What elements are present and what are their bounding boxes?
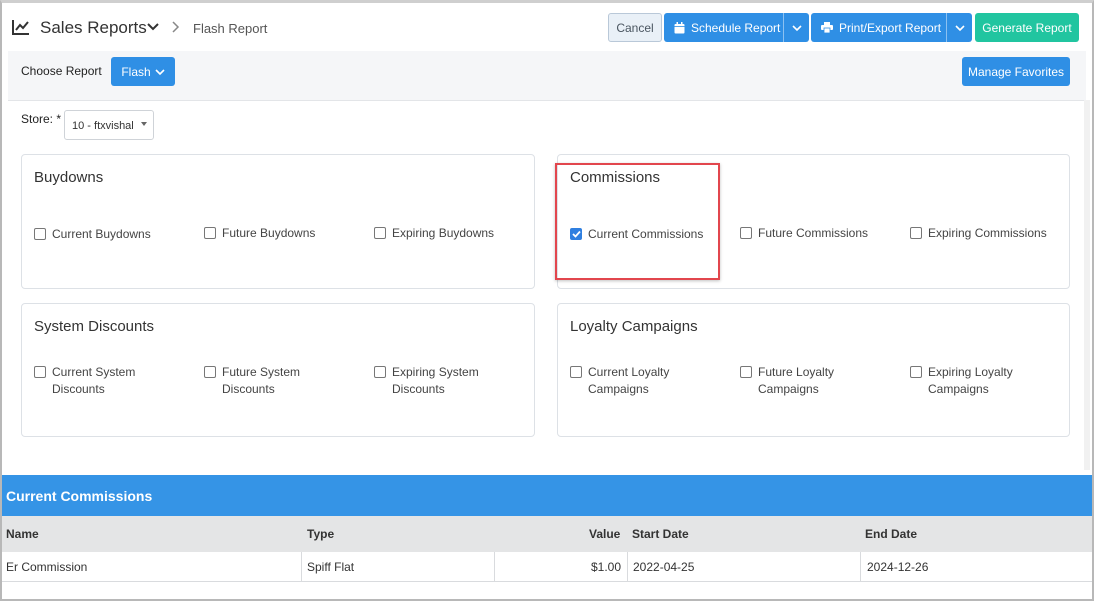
app-title[interactable]: Sales Reports bbox=[40, 18, 147, 38]
checkbox[interactable] bbox=[740, 227, 752, 239]
card-title: Loyalty Campaigns bbox=[570, 318, 698, 335]
print-export-button[interactable]: Print/Export Report bbox=[811, 13, 972, 42]
future-loyalty-campaigns-option[interactable]: Future Loyalty Campaigns bbox=[740, 364, 834, 398]
store-value: 10 - ftxvishal bbox=[72, 120, 134, 132]
card-title: Buydowns bbox=[34, 169, 104, 186]
checkbox[interactable] bbox=[570, 366, 582, 378]
option-label: Current System Discounts bbox=[52, 365, 136, 396]
option-label: Current Buydowns bbox=[52, 227, 151, 241]
card-title: System Discounts bbox=[34, 318, 155, 335]
current-buydowns-option[interactable]: Current Buydowns bbox=[34, 226, 151, 243]
checkbox[interactable] bbox=[204, 366, 216, 378]
checkbox[interactable] bbox=[374, 227, 386, 239]
line-chart-icon bbox=[12, 20, 29, 35]
print-label: Print/Export Report bbox=[839, 20, 942, 35]
future-system-discounts-option[interactable]: Future System Discounts bbox=[204, 364, 300, 398]
page-header: Sales Reports Flash Report Cancel Schedu… bbox=[2, 3, 1092, 51]
option-label: Future Buydowns bbox=[222, 226, 316, 240]
column-start-date[interactable]: Start Date bbox=[632, 527, 689, 541]
column-value[interactable]: Value bbox=[589, 527, 620, 541]
calendar-icon bbox=[674, 21, 685, 34]
checkbox[interactable] bbox=[374, 366, 386, 378]
chevron-down-icon bbox=[954, 24, 965, 31]
schedule-dropdown-toggle[interactable] bbox=[783, 13, 809, 42]
report-selector-bar: Choose Report Flash Manage Favorites bbox=[8, 51, 1086, 101]
schedule-label: Schedule Report bbox=[691, 20, 781, 35]
checkbox[interactable] bbox=[34, 228, 46, 240]
option-label: Expiring Buydowns bbox=[392, 226, 495, 240]
expiring-system-discounts-option[interactable]: Expiring System Discounts bbox=[374, 364, 479, 398]
schedule-report-button[interactable]: Schedule Report bbox=[664, 13, 809, 42]
option-label: Future Commissions bbox=[758, 226, 869, 240]
checkbox[interactable] bbox=[740, 366, 752, 378]
favorites-label: Manage Favorites bbox=[967, 64, 1065, 79]
option-label: Future Loyalty Campaigns bbox=[758, 365, 835, 396]
current-loyalty-campaigns-option[interactable]: Current Loyalty Campaigns bbox=[570, 364, 669, 398]
option-label: Current Loyalty Campaigns bbox=[588, 365, 670, 396]
chevron-down-icon[interactable] bbox=[146, 20, 160, 34]
print-dropdown-toggle[interactable] bbox=[946, 13, 972, 42]
column-end-date[interactable]: End Date bbox=[865, 527, 917, 541]
table-row[interactable]: Er Commission Spiff Flat $1.00 2022-04-2… bbox=[2, 552, 1092, 582]
generate-label: Generate Report bbox=[982, 20, 1072, 35]
store-select[interactable]: 10 - ftxvishal bbox=[64, 110, 154, 140]
generate-report-button[interactable]: Generate Report bbox=[975, 13, 1079, 42]
current-system-discounts-option[interactable]: Current System Discounts bbox=[34, 364, 135, 398]
vertical-scrollbar[interactable] bbox=[1084, 100, 1090, 470]
highlight-box bbox=[555, 163, 720, 280]
option-label: Expiring Commissions bbox=[928, 226, 1047, 240]
checkbox[interactable] bbox=[204, 227, 216, 239]
option-label: Future System Discounts bbox=[222, 365, 301, 396]
future-commissions-option[interactable]: Future Commissions bbox=[740, 225, 868, 242]
cell-name: Er Commission bbox=[2, 552, 302, 582]
column-name[interactable]: Name bbox=[6, 527, 39, 541]
expiring-buydowns-option[interactable]: Expiring Buydowns bbox=[374, 225, 494, 242]
option-label: Expiring System Discounts bbox=[392, 365, 479, 396]
expiring-commissions-option[interactable]: Expiring Commissions bbox=[910, 225, 1047, 242]
column-type[interactable]: Type bbox=[307, 527, 334, 541]
table-header-row: Name Type Value Start Date End Date bbox=[2, 516, 1092, 552]
checkbox[interactable] bbox=[34, 366, 46, 378]
buydowns-card: Buydowns Current Buydowns Future Buydown… bbox=[21, 154, 535, 289]
system-discounts-card: System Discounts Current System Discounts… bbox=[21, 303, 535, 437]
cell-start-date: 2022-04-25 bbox=[628, 552, 861, 582]
store-label: Store: * bbox=[21, 112, 62, 126]
choose-report-label: Choose Report bbox=[21, 64, 102, 78]
cancel-button[interactable]: Cancel bbox=[608, 13, 662, 42]
cell-end-date: 2024-12-26 bbox=[867, 560, 929, 574]
cell-value: $1.00 bbox=[495, 552, 628, 582]
future-buydowns-option[interactable]: Future Buydowns bbox=[204, 225, 315, 242]
cell-type: Spiff Flat bbox=[302, 552, 495, 582]
printer-icon bbox=[821, 22, 833, 33]
caret-down-icon bbox=[141, 122, 147, 126]
chevron-right-icon bbox=[172, 21, 180, 33]
flash-label: Flash bbox=[121, 64, 151, 79]
flash-report-dropdown[interactable]: Flash bbox=[111, 57, 175, 86]
option-label: Expiring Loyalty Campaigns bbox=[928, 365, 1013, 396]
manage-favorites-button[interactable]: Manage Favorites bbox=[962, 57, 1070, 86]
checkbox[interactable] bbox=[910, 366, 922, 378]
results-title: Current Commissions bbox=[6, 488, 153, 504]
chevron-down-icon bbox=[155, 68, 165, 75]
results-header: Current Commissions bbox=[2, 475, 1092, 516]
expiring-loyalty-campaigns-option[interactable]: Expiring Loyalty Campaigns bbox=[910, 364, 1013, 398]
cancel-label: Cancel bbox=[616, 20, 654, 35]
breadcrumb-current: Flash Report bbox=[193, 21, 268, 36]
loyalty-campaigns-card: Loyalty Campaigns Current Loyalty Campaig… bbox=[557, 303, 1070, 437]
chevron-down-icon bbox=[791, 24, 802, 31]
checkbox[interactable] bbox=[910, 227, 922, 239]
